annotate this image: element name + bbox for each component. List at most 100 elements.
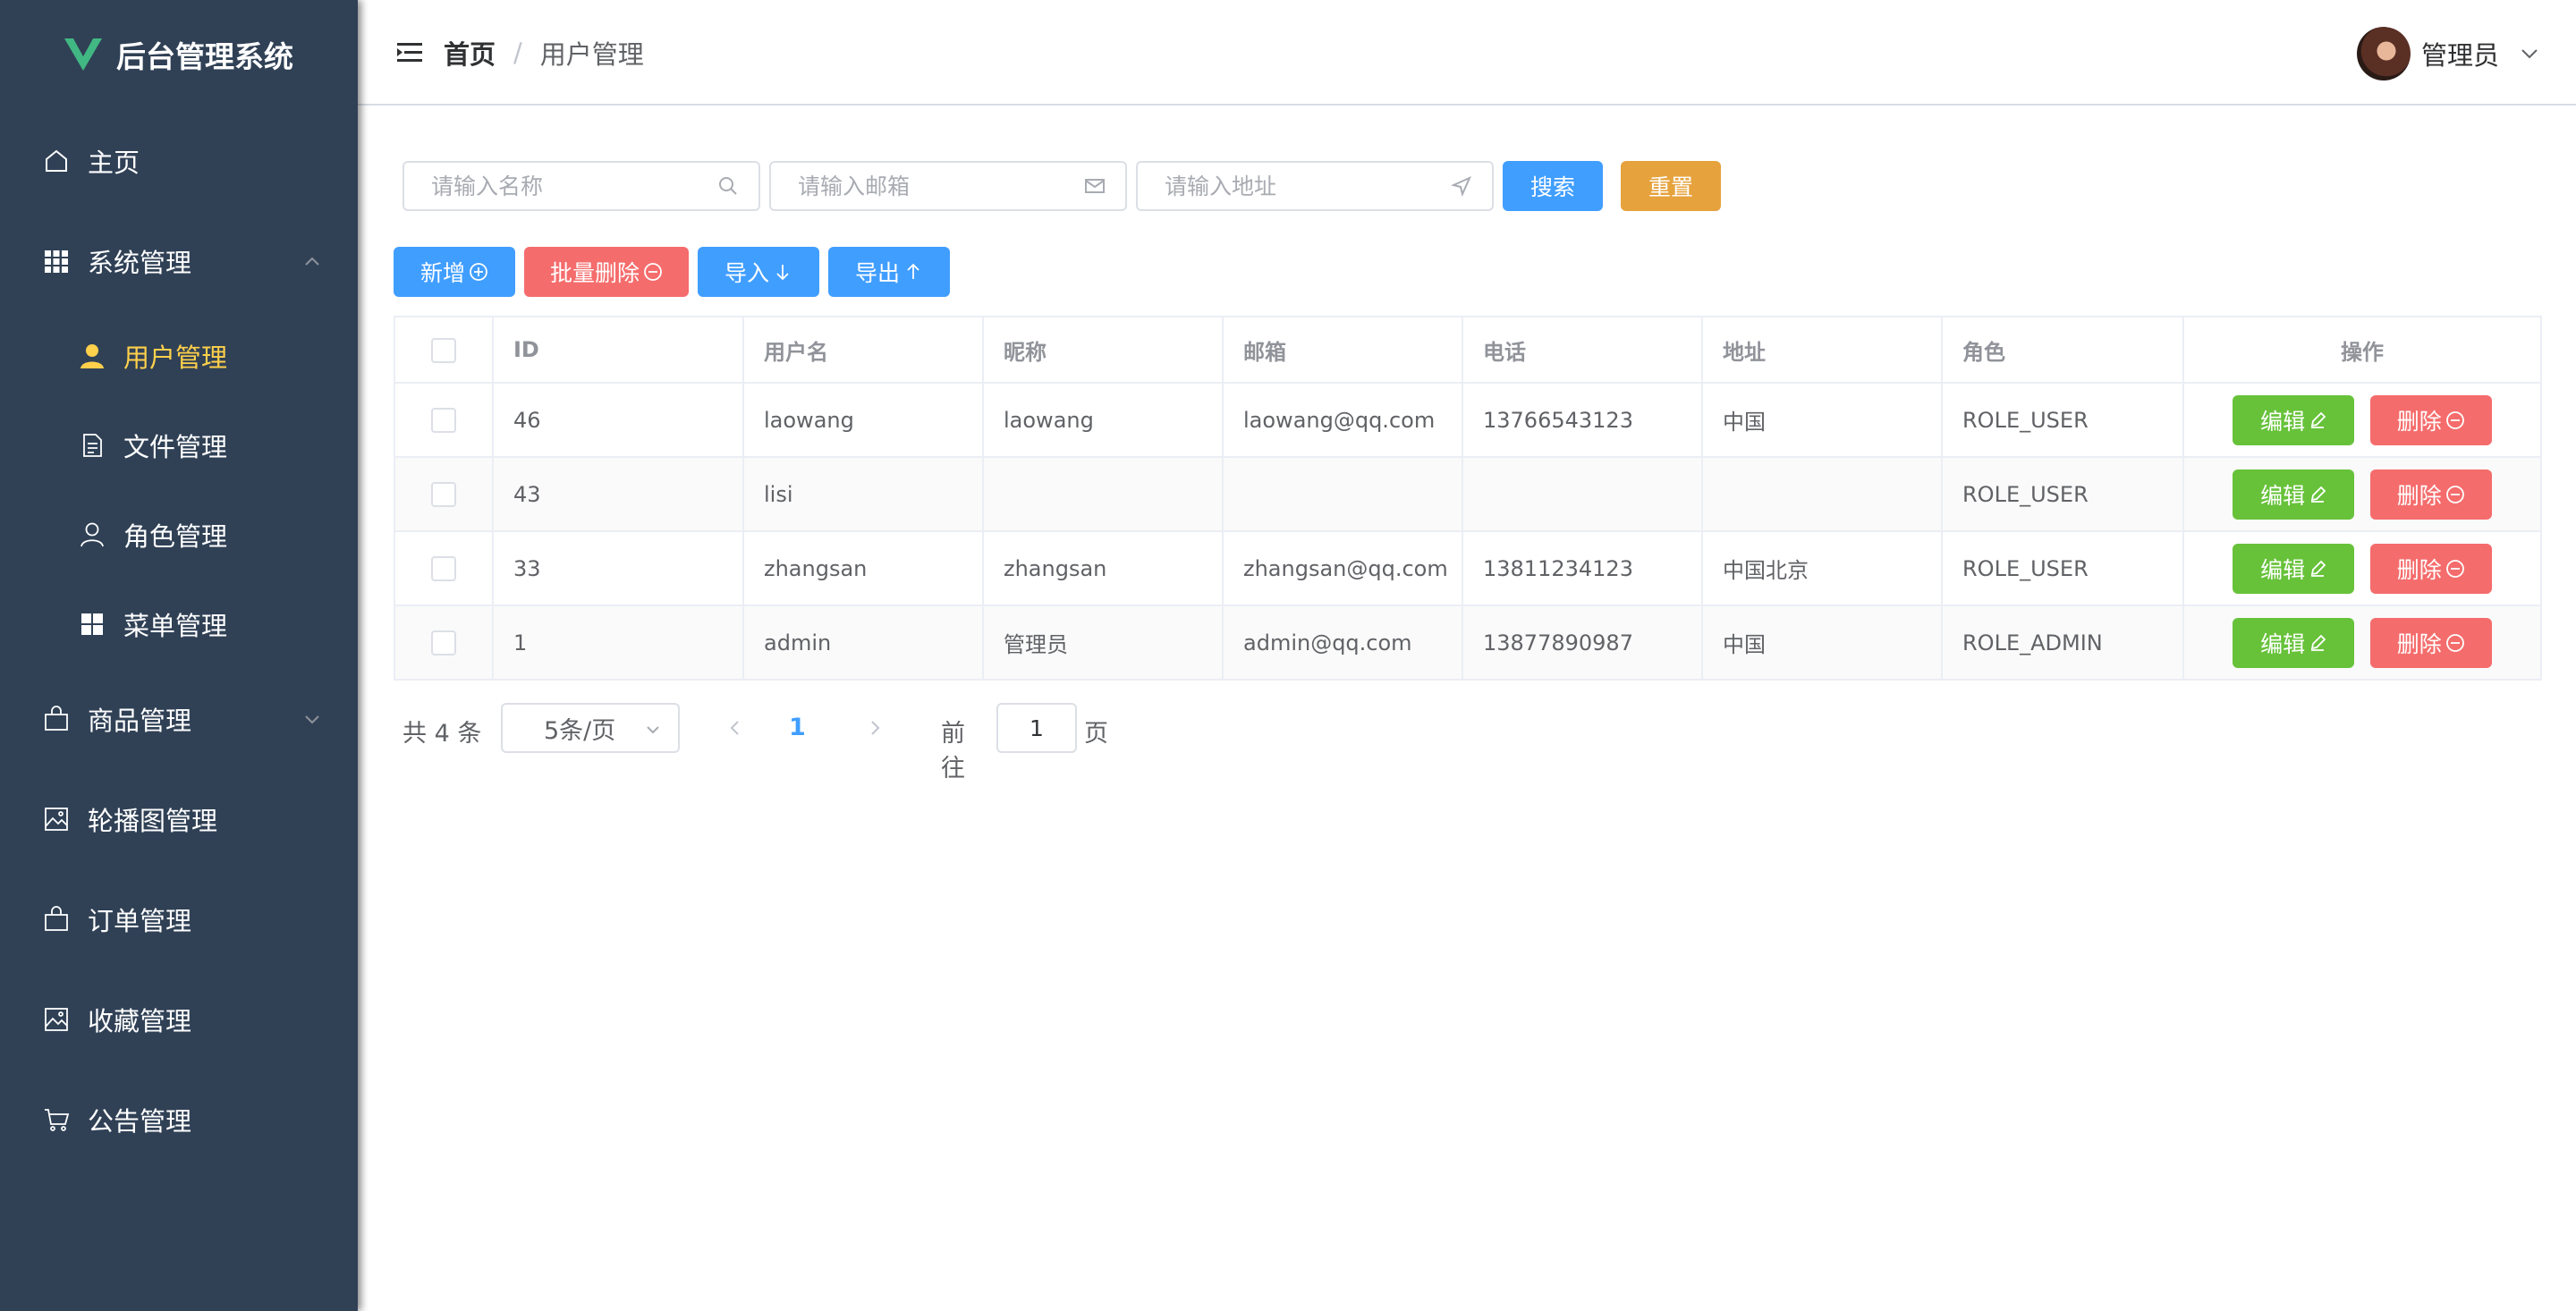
name-search-input[interactable] <box>402 161 760 211</box>
mail-icon <box>1085 179 1105 193</box>
cell-nickname: zhangsan <box>982 530 1224 606</box>
search-icon <box>719 177 737 195</box>
pagination-total: 共 4 条 <box>402 720 482 748</box>
document-icon <box>77 430 107 461</box>
page-size-select[interactable]: 5条/页 <box>501 703 680 753</box>
delete-button[interactable]: 删除 <box>2369 394 2492 445</box>
cell-phone: 13766543123 <box>1462 382 1703 458</box>
edit-button[interactable]: 编辑 <box>2233 617 2355 668</box>
avatar[interactable] <box>2356 27 2411 80</box>
chevron-down-icon[interactable] <box>2519 43 2540 64</box>
bag-icon <box>41 704 72 734</box>
row-checkbox[interactable] <box>431 556 456 581</box>
delete-button-label: 删除 <box>2396 556 2442 583</box>
next-page-icon[interactable] <box>864 717 886 739</box>
user-menu[interactable]: 管理员 <box>2356 27 2540 80</box>
sidebar-item-carousel[interactable]: 轮播图管理 <box>0 791 358 848</box>
reset-button[interactable]: 重置 <box>1621 161 1721 211</box>
page-number-current[interactable]: 1 <box>789 714 806 741</box>
column-header-nickname: 昵称 <box>982 316 1224 384</box>
add-button[interactable]: 新增 <box>394 247 515 297</box>
sidebar-item-menus[interactable]: 菜单管理 <box>0 596 358 653</box>
breadcrumb-home[interactable]: 首页 <box>444 34 496 72</box>
cell-address: 中国 <box>1701 605 1943 681</box>
edit-button[interactable]: 编辑 <box>2233 394 2355 445</box>
cell-nickname <box>982 456 1224 532</box>
sidebar-item-files[interactable]: 文件管理 <box>0 417 358 474</box>
email-search-input[interactable] <box>769 161 1127 211</box>
user-outline-icon <box>77 520 107 550</box>
goto-page-input[interactable] <box>996 703 1077 753</box>
sidebar-item-label: 用户管理 <box>123 343 228 373</box>
cell-phone: 13811234123 <box>1462 530 1703 606</box>
table-row: 1 admin 管理员 admin@qq.com 13877890987 中国 … <box>394 605 2542 681</box>
row-select-cell <box>394 530 494 606</box>
cell-username: zhangsan <box>742 530 984 606</box>
sidebar-item-label: 角色管理 <box>123 521 228 552</box>
cell-address: 中国 <box>1701 382 1943 458</box>
sidebar-item-orders[interactable]: 订单管理 <box>0 891 358 948</box>
cell-email: zhangsan@qq.com <box>1222 530 1463 606</box>
edit-button[interactable]: 编辑 <box>2233 543 2355 594</box>
arrow-up-icon <box>907 263 919 279</box>
user-fill-icon <box>77 341 107 371</box>
batch-delete-button[interactable]: 批量删除 <box>524 247 689 297</box>
column-header-address: 地址 <box>1701 316 1943 384</box>
import-button-label: 导入 <box>724 260 769 286</box>
search-button[interactable]: 搜索 <box>1503 161 1603 211</box>
cell-address <box>1701 456 1943 532</box>
cell-email: admin@qq.com <box>1222 605 1463 681</box>
edit-button[interactable]: 编辑 <box>2233 469 2355 520</box>
select-all-cell <box>394 316 494 384</box>
prev-page-icon[interactable] <box>724 717 746 739</box>
import-button[interactable]: 导入 <box>698 247 819 297</box>
cell-actions: 编辑 删除 <box>2182 530 2542 606</box>
bag-icon <box>41 904 72 935</box>
breadcrumb: 首页 / 用户管理 <box>444 34 644 72</box>
delete-button[interactable]: 删除 <box>2369 469 2492 520</box>
breadcrumb-separator: / <box>513 38 522 68</box>
table-header-row: ID 用户名 昵称 邮箱 电话 地址 角色 操作 <box>394 316 2542 384</box>
sidebar-item-home[interactable]: 主页 <box>0 132 358 190</box>
cell-actions: 编辑 删除 <box>2182 456 2542 532</box>
column-header-phone: 电话 <box>1462 316 1703 384</box>
cell-email <box>1222 456 1463 532</box>
sidebar-item-label: 公告管理 <box>88 1106 192 1137</box>
sidebar-item-users[interactable]: 用户管理 <box>0 327 358 385</box>
delete-button-label: 删除 <box>2396 630 2442 657</box>
user-name[interactable]: 管理员 <box>2421 35 2499 72</box>
cell-id: 33 <box>492 530 744 606</box>
cell-actions: 编辑 删除 <box>2182 605 2542 681</box>
vue-logo-icon <box>64 38 102 71</box>
sidebar-item-goods[interactable]: 商品管理 <box>0 690 358 748</box>
row-checkbox[interactable] <box>431 630 456 656</box>
sidebar-item-system[interactable]: 系统管理 <box>0 233 358 290</box>
edit-button-label: 编辑 <box>2260 556 2306 583</box>
sidebar-item-label: 菜单管理 <box>123 611 228 641</box>
column-header-email: 邮箱 <box>1222 316 1463 384</box>
row-checkbox[interactable] <box>431 482 456 507</box>
row-checkbox[interactable] <box>431 408 456 433</box>
sidebar-item-label: 订单管理 <box>88 906 192 936</box>
delete-button[interactable]: 删除 <box>2369 617 2492 668</box>
cell-email: laowang@qq.com <box>1222 382 1463 458</box>
address-search-input[interactable] <box>1136 161 1494 211</box>
sidebar-item-roles[interactable]: 角色管理 <box>0 506 358 563</box>
cell-username: laowang <box>742 382 984 458</box>
chevron-down-icon <box>305 715 319 724</box>
menu-grid-icon <box>77 609 107 639</box>
export-button[interactable]: 导出 <box>828 247 950 297</box>
cell-role: ROLE_ADMIN <box>1941 605 2184 681</box>
sidebar-item-favorites[interactable]: 收藏管理 <box>0 991 358 1048</box>
edit-button-label: 编辑 <box>2260 482 2306 509</box>
sidebar-item-notices[interactable]: 公告管理 <box>0 1091 358 1148</box>
page-size-value: 5条/页 <box>544 716 616 745</box>
cell-actions: 编辑 删除 <box>2182 382 2542 458</box>
fold-menu-icon[interactable] <box>397 41 422 64</box>
arrow-down-icon <box>776 265 789 281</box>
select-all-checkbox[interactable] <box>431 337 456 363</box>
column-header-actions: 操作 <box>2182 316 2542 384</box>
breadcrumb-current: 用户管理 <box>539 39 644 70</box>
delete-button[interactable]: 删除 <box>2369 543 2492 594</box>
column-header-id: ID <box>492 316 744 384</box>
